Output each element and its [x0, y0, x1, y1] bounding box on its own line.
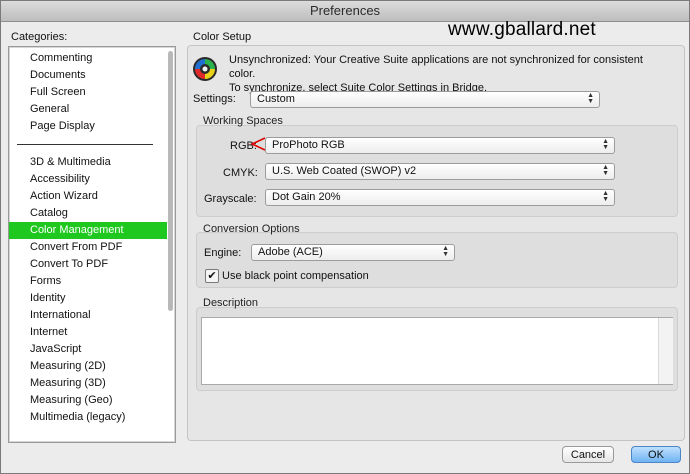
description-title: Description [203, 297, 259, 309]
category-item[interactable]: Convert From PDF [9, 239, 167, 256]
description-scrollbar[interactable] [658, 318, 673, 384]
engine-select[interactable]: Adobe (ACE) ▲ ▼ [251, 244, 455, 261]
select-arrows-icon: ▲ ▼ [587, 92, 594, 105]
select-arrows-icon: ▲ ▼ [602, 138, 609, 151]
color-setup-label: Color Setup [193, 31, 252, 43]
working-spaces-title: Working Spaces [203, 115, 283, 127]
category-item[interactable]: Measuring (3D) [9, 375, 167, 392]
engine-label: Engine: [204, 247, 242, 259]
category-item[interactable]: Color Management [9, 222, 167, 239]
select-arrows-icon: ▲ ▼ [602, 190, 609, 203]
cmyk-select-value: U.S. Web Coated (SWOP) v2 [272, 165, 417, 177]
red-arrow-icon [250, 137, 266, 151]
select-arrows-icon: ▲ ▼ [602, 164, 609, 177]
category-item[interactable]: JavaScript [9, 341, 167, 358]
settings-label: Settings: [193, 93, 236, 105]
categories-scrollbar[interactable] [168, 49, 174, 438]
category-item[interactable]: Full Screen [9, 84, 167, 101]
grayscale-select[interactable]: Dot Gain 20% ▲ ▼ [265, 189, 615, 206]
color-sync-icon [193, 57, 217, 81]
sync-message: Unsynchronized: Your Creative Suite appl… [229, 53, 669, 95]
category-item[interactable]: Convert To PDF [9, 256, 167, 273]
window-title: Preferences [309, 3, 381, 18]
grayscale-label: Grayscale: [204, 193, 257, 205]
category-item[interactable]: Internet [9, 324, 167, 341]
categories-label: Categories: [11, 31, 68, 43]
category-item[interactable]: Multimedia (legacy) [9, 409, 167, 426]
ok-button[interactable]: OK [631, 446, 681, 463]
black-point-checkbox[interactable]: ✔ [205, 269, 219, 283]
cancel-button[interactable]: Cancel [562, 446, 614, 463]
settings-select[interactable]: Custom ▲ ▼ [250, 91, 600, 108]
rgb-select-value: ProPhoto RGB [272, 139, 345, 151]
sync-message-line1: Unsynchronized: Your Creative Suite appl… [229, 54, 643, 80]
settings-select-value: Custom [257, 93, 295, 105]
watermark-text: www.gballard.net [448, 19, 596, 40]
checkmark-icon: ✔ [207, 270, 217, 282]
category-item[interactable]: Catalog [9, 205, 167, 222]
select-arrows-icon: ▲ ▼ [442, 245, 449, 258]
category-item[interactable]: General [9, 101, 167, 118]
rgb-select[interactable]: ProPhoto RGB ▲ ▼ [265, 137, 615, 154]
category-item[interactable]: Identity [9, 290, 167, 307]
categories-list: Commenting Documents Full Screen General Pag… [9, 50, 167, 426]
category-item[interactable]: Measuring (Geo) [9, 392, 167, 409]
engine-select-value: Adobe (ACE) [258, 246, 323, 258]
categories-scroll-thumb[interactable] [168, 51, 173, 311]
description-textarea[interactable] [201, 317, 673, 385]
category-item[interactable]: Measuring (2D) [9, 358, 167, 375]
category-item[interactable]: Accessibility [9, 171, 167, 188]
category-item[interactable]: Page Display [9, 118, 167, 135]
category-item[interactable]: Forms [9, 273, 167, 290]
category-item[interactable]: International [9, 307, 167, 324]
category-item[interactable]: Documents [9, 67, 167, 84]
cmyk-label: CMYK: [223, 167, 258, 179]
category-item[interactable]: 3D & Multimedia [9, 154, 167, 171]
category-item[interactable]: Commenting [9, 50, 167, 67]
conversion-options-title: Conversion Options [203, 223, 300, 235]
category-item[interactable]: Action Wizard [9, 188, 167, 205]
grayscale-select-value: Dot Gain 20% [272, 191, 341, 203]
category-separator [17, 144, 153, 145]
black-point-label[interactable]: Use black point compensation [222, 270, 369, 282]
categories-list-panel[interactable]: Commenting Documents Full Screen General Pag… [8, 46, 176, 443]
cmyk-select[interactable]: U.S. Web Coated (SWOP) v2 ▲ ▼ [265, 163, 615, 180]
